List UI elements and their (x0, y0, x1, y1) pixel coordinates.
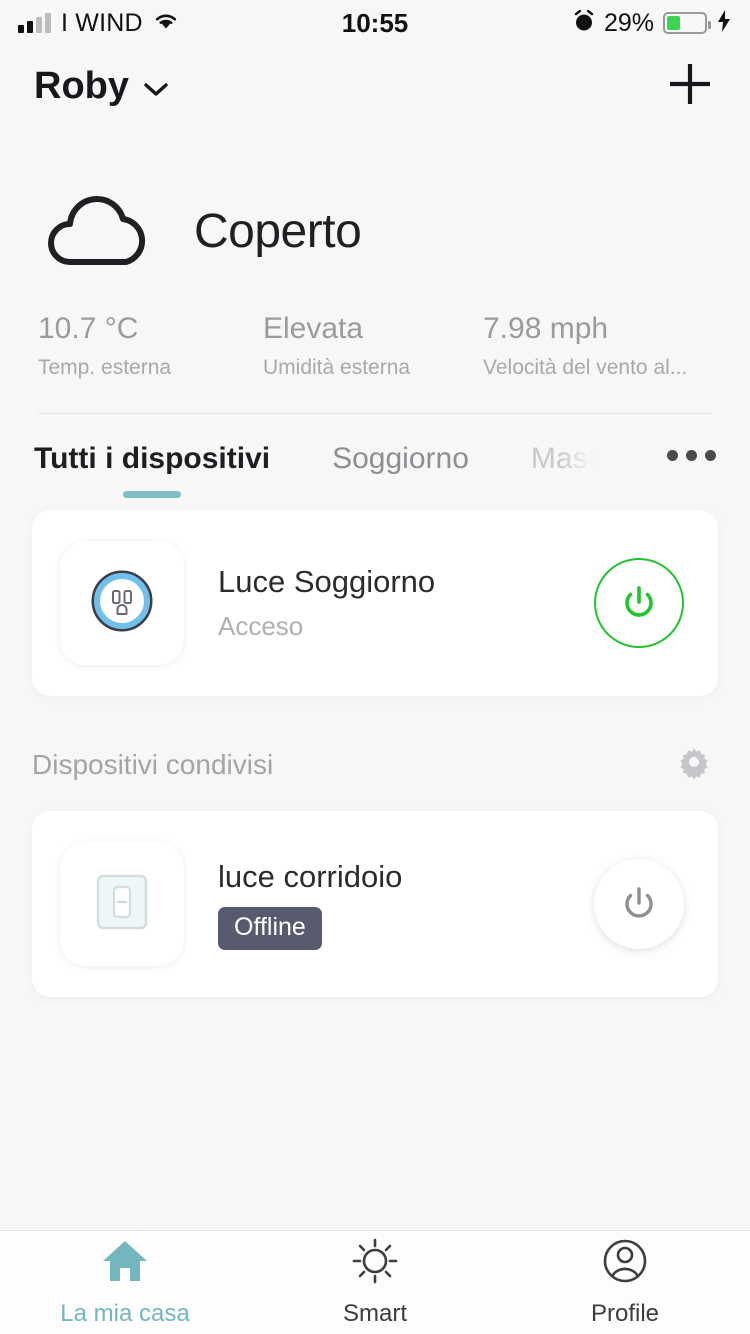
power-toggle-button[interactable] (594, 859, 684, 949)
device-icon-frame (60, 541, 184, 665)
tab-label: Tutti i dispositivi (34, 442, 271, 475)
device-card-luce-soggiorno[interactable]: Luce Soggiorno Acceso (32, 510, 718, 696)
battery-icon (663, 12, 711, 34)
tab-master[interactable]: Mast (531, 442, 596, 498)
chevron-down-icon (143, 65, 169, 108)
tab-soggiorno[interactable]: Soggiorno (332, 442, 469, 498)
device-info: Luce Soggiorno Acceso (218, 564, 594, 642)
device-icon-frame (60, 842, 184, 966)
app-header: Roby (0, 46, 750, 126)
tab-label: Mast (530, 442, 596, 475)
device-name: luce corridoio (218, 858, 403, 894)
weather-condition-label: Coperto (194, 205, 362, 258)
weather-stat: 7.98 mph Velocità del vento al... (483, 311, 713, 380)
device-status: Acceso (218, 611, 304, 641)
app-screen: I WIND 10:55 29% Roby Coperto 10.7 °C Te… (0, 0, 750, 1334)
cloud-icon (38, 188, 158, 275)
smart-plug-icon (85, 564, 159, 643)
weather-stats: 10.7 °C Temp. esterna Elevata Umidità es… (38, 311, 712, 380)
tab-tutti-i-dispositivi[interactable]: Tutti i dispositivi (34, 442, 270, 498)
gear-icon[interactable] (676, 744, 712, 785)
home-name-label: Roby (34, 64, 129, 107)
power-icon (625, 887, 653, 918)
home-selector[interactable]: Roby (34, 65, 169, 108)
ellipsis-icon[interactable] (655, 442, 716, 461)
nav-item-smart[interactable]: Smart (250, 1237, 500, 1328)
weather-stat: 10.7 °C Temp. esterna (38, 311, 263, 380)
status-bar-right: 29% (573, 9, 732, 38)
charging-bolt-icon (716, 9, 732, 38)
shared-devices-title: Dispositivi condivisi (32, 748, 274, 780)
battery-percent-label: 29% (603, 8, 654, 37)
stat-label: Velocità del vento al... (483, 356, 688, 379)
room-tabs: Tutti i dispositivi Soggiorno Mast (0, 414, 750, 498)
light-switch-icon (85, 865, 159, 944)
alarm-clock-icon (573, 9, 595, 38)
nav-label: La mia casa (60, 1300, 190, 1327)
device-info: luce corridoio Offline (218, 859, 594, 950)
power-toggle-button[interactable] (594, 558, 684, 648)
nav-item-profile[interactable]: Profile (500, 1237, 750, 1328)
stat-label: Umidità esterna (263, 356, 411, 379)
nav-label: Profile (590, 1300, 660, 1327)
sun-icon (349, 1237, 401, 1290)
power-icon (625, 586, 653, 617)
device-name: Luce Soggiorno (218, 564, 436, 599)
weather-summary: Coperto (38, 188, 712, 275)
user-circle-icon (599, 1237, 651, 1290)
status-badge: Offline (218, 906, 322, 950)
device-list: Luce Soggiorno Acceso Dispositivi condiv… (0, 498, 750, 1230)
weather-panel[interactable]: Coperto 10.7 °C Temp. esterna Elevata Um… (0, 126, 750, 414)
status-bar: I WIND 10:55 29% (0, 0, 750, 46)
nav-item-la-mia-casa[interactable]: La mia casa (0, 1237, 250, 1328)
stat-value: 7.98 mph (483, 312, 609, 345)
stat-value: 10.7 °C (38, 312, 139, 345)
device-card-luce-corridoio[interactable]: luce corridoio Offline (32, 811, 718, 997)
add-device-button[interactable] (664, 58, 716, 115)
nav-label: Smart (342, 1300, 407, 1327)
weather-stat: Elevata Umidità esterna (263, 311, 483, 380)
stat-value: Elevata (263, 312, 364, 345)
bottom-navigation: La mia casa Smart Profile (0, 1230, 750, 1334)
home-icon (99, 1237, 151, 1290)
stat-label: Temp. esterna (38, 356, 172, 379)
shared-devices-header: Dispositivi condivisi (0, 696, 750, 785)
tab-label: Soggiorno (332, 442, 469, 475)
